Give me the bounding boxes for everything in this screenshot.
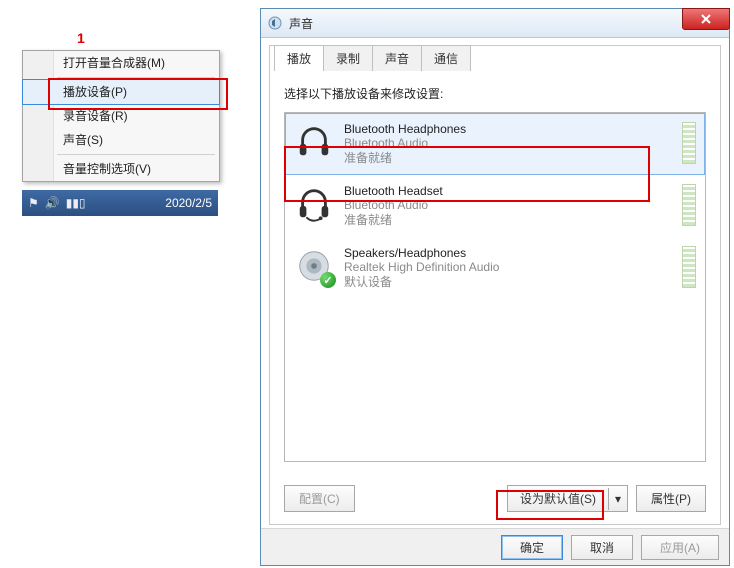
apply-button[interactable]: 应用(A) bbox=[641, 535, 719, 560]
taskbar-clock[interactable]: 2020/2/5 bbox=[165, 196, 212, 210]
menu-item-recording-devices[interactable]: 录音设备(R) bbox=[23, 104, 219, 128]
sound-icon bbox=[267, 15, 283, 31]
speaker-icon: ✓ bbox=[294, 246, 334, 286]
close-button[interactable] bbox=[682, 8, 730, 30]
dialog-title: 声音 bbox=[289, 15, 313, 32]
tray-icons: ⚑ 🔊 ▮▮▯ bbox=[28, 196, 86, 210]
playback-device-list[interactable]: Bluetooth Headphones Bluetooth Audio 准备就… bbox=[284, 112, 706, 462]
device-name: Speakers/Headphones bbox=[344, 246, 676, 260]
properties-button[interactable]: 属性(P) bbox=[636, 485, 706, 512]
network-icon[interactable]: ▮▮▯ bbox=[66, 196, 86, 210]
tab-strip: 播放 录制 声音 通信 bbox=[274, 45, 720, 71]
tab-sounds[interactable]: 声音 bbox=[372, 45, 422, 71]
volume-icon[interactable]: 🔊 bbox=[45, 196, 60, 210]
menu-item-playback-devices[interactable]: 播放设备(P) bbox=[22, 79, 220, 105]
device-status: 准备就绪 bbox=[344, 213, 676, 228]
menu-item-volume-options[interactable]: 音量控制选项(V) bbox=[23, 157, 219, 181]
sound-dialog: 声音 播放 录制 声音 通信 选择以下播放设备来修改设置: bbox=[260, 8, 730, 566]
taskbar: ⚑ 🔊 ▮▮▯ 2020/2/5 bbox=[22, 190, 218, 216]
tab-communications[interactable]: 通信 bbox=[421, 45, 471, 71]
default-check-icon: ✓ bbox=[320, 272, 336, 288]
dialog-footer: 确定 取消 应用(A) bbox=[261, 528, 729, 565]
menu-item-sounds[interactable]: 声音(S) bbox=[23, 128, 219, 152]
set-default-label: 设为默认值(S) bbox=[508, 486, 608, 511]
device-name: Bluetooth Headset bbox=[344, 184, 676, 198]
device-item-bluetooth-headphones[interactable]: Bluetooth Headphones Bluetooth Audio 准备就… bbox=[285, 113, 705, 175]
dialog-body: 播放 录制 声音 通信 选择以下播放设备来修改设置: Bluetooth Hea… bbox=[269, 45, 721, 525]
device-provider: Bluetooth Audio bbox=[344, 198, 676, 213]
annotation-1: 1 bbox=[77, 30, 85, 46]
device-status: 准备就绪 bbox=[344, 151, 676, 166]
menu-item-open-mixer[interactable]: 打开音量合成器(M) bbox=[23, 51, 219, 75]
titlebar[interactable]: 声音 bbox=[261, 9, 729, 38]
chevron-down-icon[interactable]: ▾ bbox=[608, 488, 627, 510]
device-button-row: 配置(C) 设为默认值(S) ▾ 属性(P) bbox=[284, 485, 706, 512]
device-status: 默认设备 bbox=[344, 275, 676, 290]
tray-volume-context-menu: 打开音量合成器(M) 播放设备(P) 录音设备(R) 声音(S) 音量控制选项(… bbox=[22, 50, 220, 182]
cancel-button[interactable]: 取消 bbox=[571, 535, 633, 560]
level-meter bbox=[682, 184, 696, 226]
headset-icon bbox=[294, 184, 334, 224]
tab-playback[interactable]: 播放 bbox=[274, 45, 324, 71]
tab-content-playback: 选择以下播放设备来修改设置: Bluetooth Headphones Blue… bbox=[270, 71, 720, 474]
close-icon bbox=[700, 14, 712, 24]
device-item-speakers[interactable]: ✓ Speakers/Headphones Realtek High Defin… bbox=[285, 237, 705, 299]
menu-separator bbox=[57, 77, 215, 78]
set-default-split-button[interactable]: 设为默认值(S) ▾ bbox=[507, 485, 628, 512]
device-name: Bluetooth Headphones bbox=[344, 122, 676, 136]
prompt-text: 选择以下播放设备来修改设置: bbox=[284, 85, 706, 102]
device-provider: Bluetooth Audio bbox=[344, 136, 676, 151]
level-meter bbox=[682, 122, 696, 164]
device-provider: Realtek High Definition Audio bbox=[344, 260, 676, 275]
device-item-bluetooth-headset[interactable]: Bluetooth Headset Bluetooth Audio 准备就绪 bbox=[285, 175, 705, 237]
configure-button[interactable]: 配置(C) bbox=[284, 485, 355, 512]
tab-recording[interactable]: 录制 bbox=[323, 45, 373, 71]
headphones-icon bbox=[294, 122, 334, 162]
level-meter bbox=[682, 246, 696, 288]
ok-button[interactable]: 确定 bbox=[501, 535, 563, 560]
flag-icon[interactable]: ⚑ bbox=[28, 196, 39, 210]
menu-separator bbox=[57, 154, 215, 155]
